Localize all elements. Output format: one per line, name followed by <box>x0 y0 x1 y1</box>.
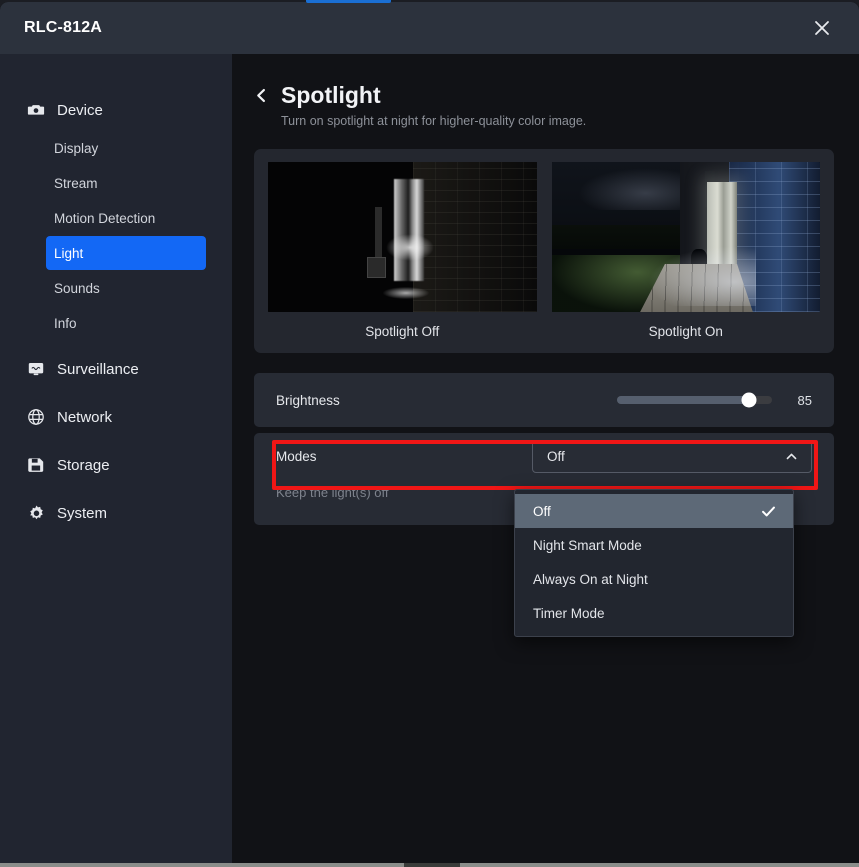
thumbnail-caption: Spotlight On <box>648 324 723 339</box>
sidebar-item-label: Sounds <box>54 280 100 296</box>
main-content: Spotlight Turn on spotlight at night for… <box>232 54 859 865</box>
app-root: RLC-812A Device Display Stream Motion De… <box>0 0 859 867</box>
sidebar-item-system[interactable]: System <box>0 493 232 533</box>
modes-description: Keep the light(s) off <box>276 485 389 500</box>
sidebar-item-label: Motion Detection <box>54 210 156 226</box>
page-subtitle: Turn on spotlight at night for higher-qu… <box>281 114 587 128</box>
floppy-disk-icon <box>26 455 46 475</box>
sidebar-item-label: Info <box>54 315 77 331</box>
sidebar-item-label: Display <box>54 140 99 156</box>
spotlight-preview-card: Spotlight Off Spotlight On <box>254 149 834 353</box>
preview-image-off <box>268 162 537 312</box>
dropdown-option-label: Night Smart Mode <box>533 537 642 553</box>
modes-select[interactable]: Off <box>532 439 812 473</box>
dropdown-option-off[interactable]: Off <box>515 494 793 528</box>
modes-selected-value: Off <box>547 448 565 464</box>
sidebar-item-label: System <box>57 504 108 522</box>
sidebar-item-device[interactable]: Device <box>0 90 232 130</box>
globe-icon <box>26 407 46 427</box>
modes-row: Modes Off <box>254 433 834 479</box>
sidebar-item-light[interactable]: Light <box>46 236 206 270</box>
night-scene-lit <box>551 162 820 312</box>
sidebar-item-display[interactable]: Display <box>46 131 206 165</box>
thumbnail-spotlight-on: Spotlight On <box>551 162 820 339</box>
sidebar-item-sounds[interactable]: Sounds <box>46 271 206 305</box>
sidebar-item-storage[interactable]: Storage <box>0 445 232 485</box>
screen-bottom-notch <box>404 863 460 867</box>
night-scene-dark <box>268 162 537 312</box>
brightness-row: Brightness 85 <box>254 373 834 427</box>
modes-label: Modes <box>276 448 317 464</box>
camera-settings-window: RLC-812A Device Display Stream Motion De… <box>0 2 859 865</box>
sidebar-item-info[interactable]: Info <box>46 306 206 340</box>
dropdown-option-label: Off <box>533 503 551 519</box>
brightness-label: Brightness <box>276 392 340 408</box>
close-icon[interactable] <box>799 8 845 48</box>
thumbnail-row: Spotlight Off Spotlight On <box>268 162 820 339</box>
slider-fill <box>617 396 749 404</box>
window-title: RLC-812A <box>24 19 103 36</box>
chevron-up-icon[interactable] <box>784 449 799 464</box>
preview-image-on <box>551 162 820 312</box>
sidebar-item-surveillance[interactable]: Surveillance <box>0 349 232 389</box>
brightness-value: 85 <box>797 392 812 408</box>
dropdown-option-always-on-at-night[interactable]: Always On at Night <box>515 562 793 596</box>
dropdown-option-timer-mode[interactable]: Timer Mode <box>515 596 793 630</box>
page-header: Spotlight Turn on spotlight at night for… <box>232 82 859 128</box>
active-tab-indicator <box>306 0 391 3</box>
sidebar-item-label: Stream <box>54 175 98 191</box>
monitor-icon <box>26 359 46 379</box>
sidebar-item-network[interactable]: Network <box>0 397 232 437</box>
modes-dropdown-menu[interactable]: Off Night Smart Mode Always On at Night … <box>514 489 794 637</box>
thumbnail-spotlight-off: Spotlight Off <box>268 162 537 339</box>
dropdown-option-night-smart-mode[interactable]: Night Smart Mode <box>515 528 793 562</box>
slider-thumb[interactable] <box>741 392 757 408</box>
sidebar-item-label: Light <box>54 245 84 261</box>
thumbnail-caption: Spotlight Off <box>365 324 440 339</box>
dropdown-option-label: Timer Mode <box>533 605 605 621</box>
sidebar-item-label: Surveillance <box>57 360 139 378</box>
sidebar-item-label: Device <box>57 101 103 119</box>
check-icon <box>760 503 777 520</box>
sidebar-item-stream[interactable]: Stream <box>46 166 206 200</box>
sidebar-item-motion-detection[interactable]: Motion Detection <box>46 201 206 235</box>
sidebar-item-label: Storage <box>57 456 110 474</box>
brightness-slider[interactable] <box>617 392 772 408</box>
sidebar-item-label: Network <box>57 408 113 426</box>
window-titlebar: RLC-812A <box>0 2 859 54</box>
chevron-left-icon[interactable] <box>253 87 270 104</box>
sidebar: Device Display Stream Motion Detection L… <box>0 54 232 865</box>
page-title: Spotlight <box>281 82 381 108</box>
dropdown-option-label: Always On at Night <box>533 571 648 587</box>
camera-icon <box>26 100 46 120</box>
gear-icon <box>26 503 46 523</box>
page-title-block: Spotlight Turn on spotlight at night for… <box>281 82 586 128</box>
